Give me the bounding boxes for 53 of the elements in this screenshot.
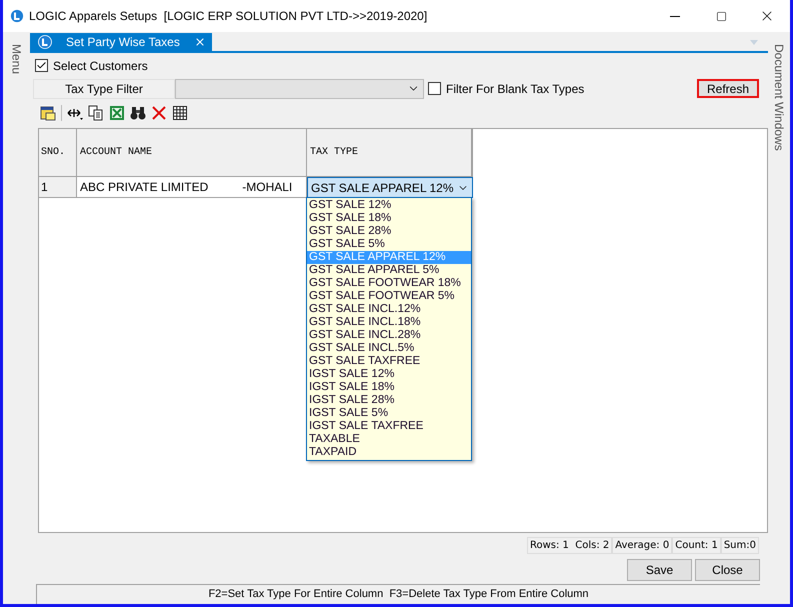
dropdown-option[interactable]: GST SALE APPAREL 5% xyxy=(307,264,471,278)
checkbox-label: Filter For Blank Tax Types xyxy=(446,80,584,98)
dropdown-option[interactable]: IGST SALE 5% xyxy=(307,407,471,420)
logo-icon xyxy=(10,9,24,23)
logo-icon xyxy=(38,35,52,49)
table-cell-text: ABC PRIVATE LIMITED xyxy=(80,179,208,196)
save-button[interactable]: Save xyxy=(627,559,692,582)
column-header: TAX TYPE xyxy=(307,129,473,178)
table-cell: 1 xyxy=(39,177,77,198)
grid-icon[interactable] xyxy=(172,104,188,121)
dropdown-option[interactable]: GST SALE INCL.18% xyxy=(307,316,471,330)
dropdown-option[interactable]: GST SALE FOOTWEAR 18% xyxy=(307,277,471,290)
dropdown-option[interactable]: GST SALE 18% xyxy=(307,212,471,226)
menu-panel-label[interactable]: Menu xyxy=(8,44,26,604)
select-customers-checkbox[interactable] xyxy=(35,59,48,72)
dropdown-option[interactable]: TAXPAID xyxy=(307,446,471,460)
dropdown-option[interactable]: GST SALE INCL.5% xyxy=(307,342,471,356)
status-panel: Count: 1 xyxy=(672,537,721,554)
blank-filter-checkbox[interactable] xyxy=(428,82,441,96)
dropdown-option[interactable]: IGST SALE 28% xyxy=(307,394,471,408)
dropdown-option[interactable]: GST SALE 5% xyxy=(307,238,471,252)
document-windows-panel-label[interactable]: Document Windows xyxy=(770,44,788,604)
tab-close-icon[interactable] xyxy=(194,36,206,48)
document-tab[interactable]: Set Party Wise Taxes xyxy=(30,33,212,51)
form-icon[interactable] xyxy=(40,104,56,121)
status-panel: Rows: 1 Cols: 2 xyxy=(526,537,612,554)
status-panel: Average: 0 xyxy=(612,537,672,554)
dropdown-option[interactable]: TAXABLE xyxy=(307,433,471,446)
filter-label: Tax Type Filter xyxy=(33,78,175,99)
column-header: SNO. xyxy=(39,129,77,178)
copy-icon[interactable] xyxy=(88,104,104,121)
column-header: ACCOUNT NAME xyxy=(77,129,307,178)
binoculars-icon[interactable] xyxy=(130,104,146,121)
dropdown-option[interactable]: IGST SALE TAXFREE xyxy=(307,420,471,434)
table-cell-text: -MOHALI xyxy=(242,179,292,196)
dropdown-option[interactable]: GST SALE INCL.12% xyxy=(307,303,471,316)
status-panel: Sum:0 xyxy=(720,537,759,554)
dropdown-option[interactable]: GST SALE 12% xyxy=(307,199,471,212)
dropdown-option[interactable]: GST SALE 28% xyxy=(307,225,471,238)
refresh-button[interactable]: Refresh xyxy=(697,79,759,98)
close-button[interactable]: Close xyxy=(695,559,760,582)
hint-bar: F2=Set Tax Type For Entire Column F3=Delete Tax Type From Entire Column xyxy=(36,584,760,604)
dropdown-option[interactable]: IGST SALE 18% xyxy=(307,381,471,394)
spreadsheet-icon[interactable] xyxy=(109,104,125,121)
dropdown-option[interactable]: GST SALE TAXFREE xyxy=(307,355,471,368)
delete-icon[interactable] xyxy=(151,104,167,121)
window-title: LOGIC Apparels Setups [LOGIC ERP SOLUTION PVT LTD->>2019-2020] xyxy=(29,8,428,25)
dropdown-option[interactable]: GST SALE FOOTWEAR 5% xyxy=(307,290,471,304)
dropdown-option[interactable]: IGST SALE 12% xyxy=(307,368,471,382)
dropdown-option[interactable]: GST SALE INCL.28% xyxy=(307,329,471,342)
tax-type-combo[interactable]: GST SALE APPAREL 12% xyxy=(307,177,473,198)
checkbox-label: Select Customers xyxy=(53,58,148,75)
maximize-icon xyxy=(716,10,726,22)
